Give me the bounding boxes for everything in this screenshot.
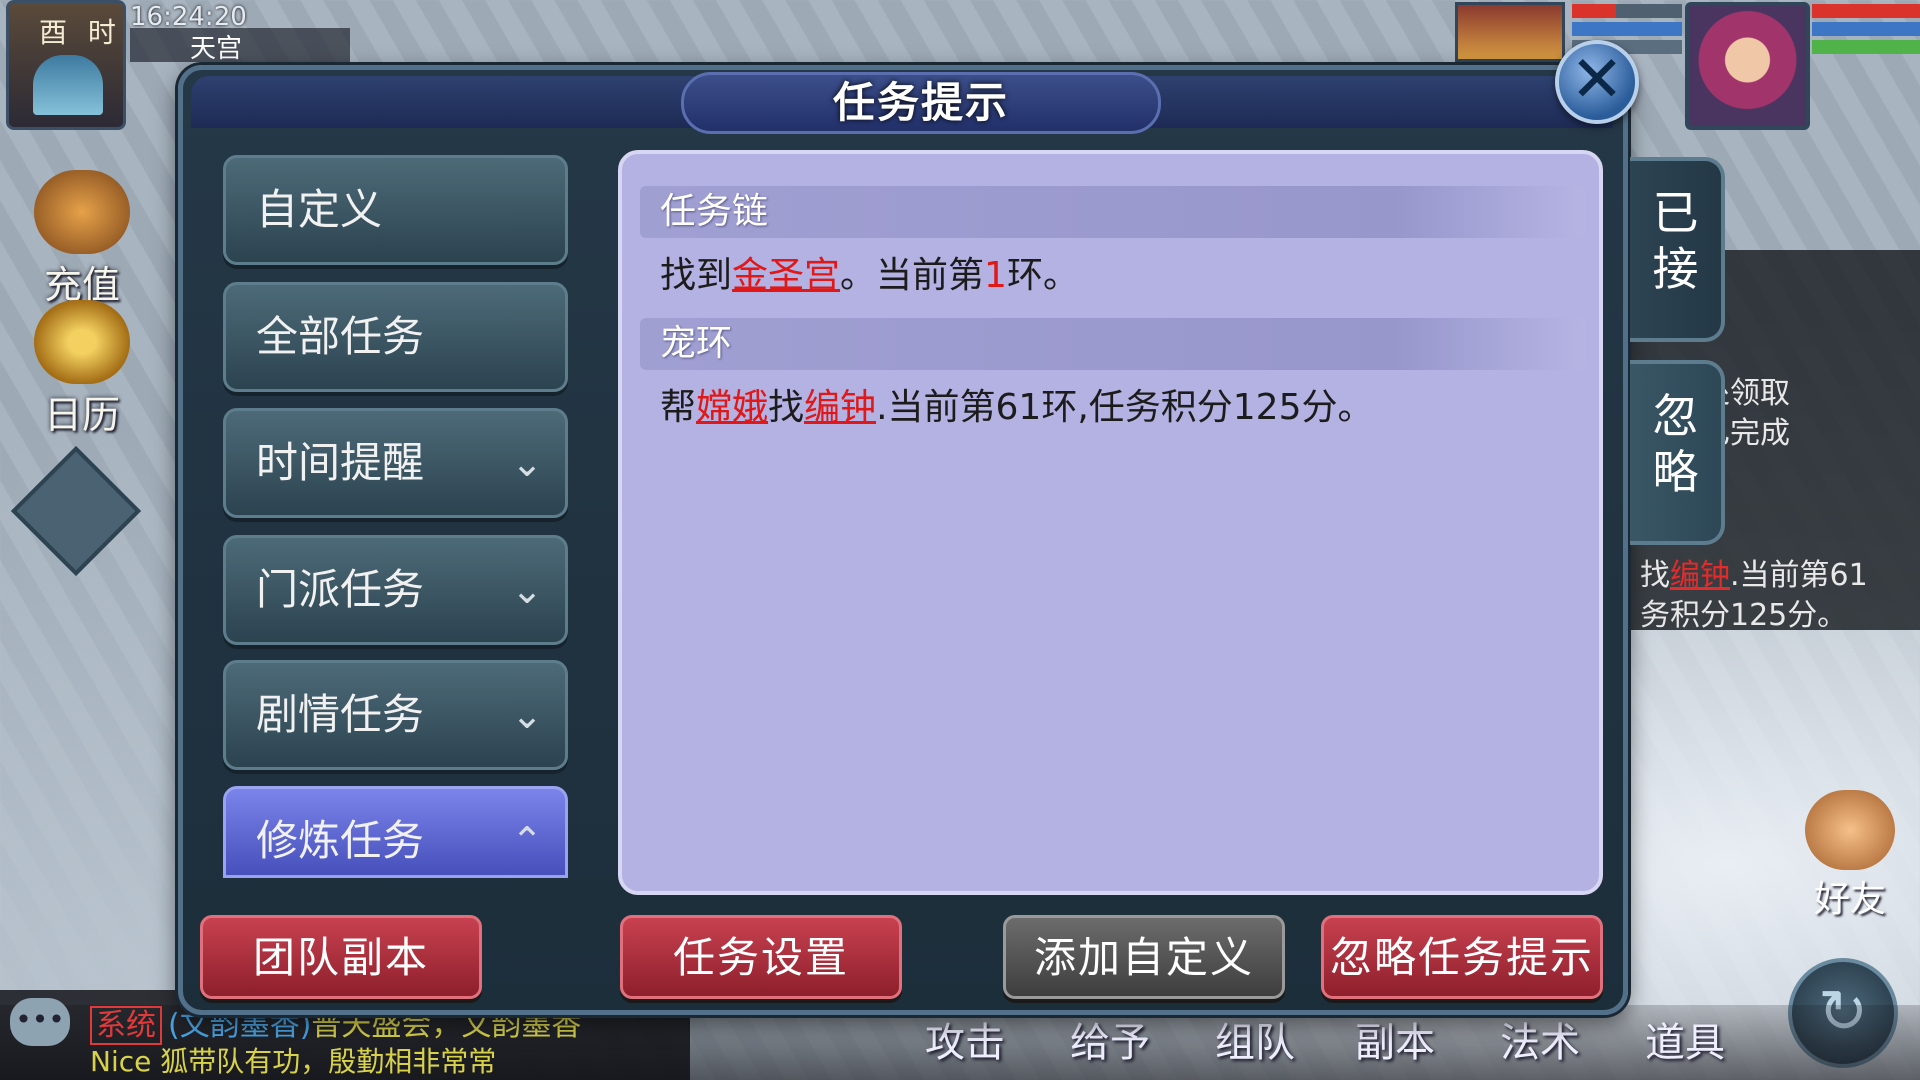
shichen-label: 酉 时	[39, 16, 122, 49]
map-name[interactable]: 天宫	[130, 28, 350, 64]
friends-button[interactable]: 好友	[1790, 790, 1910, 922]
shichen-dial[interactable]: 酉 时	[6, 0, 126, 130]
toolbar-items[interactable]: 道具	[1620, 1010, 1750, 1068]
calendar-button[interactable]: 日历	[22, 300, 142, 439]
quest-tracker-link[interactable]: 编钟	[1670, 558, 1730, 593]
toolbar-give[interactable]: 给予	[1045, 1010, 1175, 1068]
chat-message: Nice 狐带队有功，殷勤相非常常	[90, 1045, 497, 1078]
task-description: 帮嫦娥找编钟.当前第61环,任务积分125分。	[660, 378, 1373, 430]
category-label: 时间提醒	[256, 438, 425, 487]
calendar-icon	[34, 300, 130, 384]
player-avatar[interactable]	[1685, 2, 1810, 130]
team-dungeon-button[interactable]: 团队副本	[200, 915, 482, 999]
friends-label: 好友	[1813, 879, 1886, 920]
toolbar-team[interactable]: 组队	[1190, 1010, 1320, 1068]
direction-pad-icon[interactable]	[10, 445, 142, 577]
task-description: 找到金圣宫。当前第1环。	[660, 246, 1079, 298]
item-link[interactable]: 编钟	[804, 387, 876, 428]
toolbar-attack[interactable]: 攻击	[900, 1010, 1030, 1068]
task-text: .当前第61环,任务积分125分。	[876, 387, 1374, 428]
ring-number: 1	[984, 255, 1007, 296]
category-time-reminder[interactable]: 时间提醒 ⌄	[223, 408, 568, 518]
category-training-tasks[interactable]: 修炼任务 ⌃	[223, 786, 568, 878]
category-label: 修炼任务	[256, 816, 425, 865]
chevron-down-icon: ⌄	[511, 568, 543, 612]
npc-link[interactable]: 嫦娥	[696, 387, 768, 428]
task-tips-dialog: 任务提示 自定义 全部任务 时间提醒 ⌄ 门派任务 ⌄ 剧情任务 ⌄ 修炼任务 …	[178, 65, 1725, 1015]
handshake-icon	[1805, 790, 1895, 870]
category-custom[interactable]: 自定义	[223, 155, 568, 265]
task-content-panel[interactable]: 任务链 找到金圣宫。当前第1环。 宠环 帮嫦娥找编钟.当前第61环,任务积分12…	[618, 150, 1603, 895]
player-status-bars	[1812, 4, 1920, 64]
quest-tracker-text: .当前第61	[1730, 558, 1868, 593]
close-icon[interactable]: ✕	[1555, 40, 1639, 124]
category-all-tasks[interactable]: 全部任务	[223, 282, 568, 392]
chat-bubble-icon[interactable]: •••	[10, 998, 70, 1046]
chevron-down-icon: ⌄	[511, 441, 543, 485]
toolbar-skill[interactable]: 法术	[1475, 1010, 1605, 1068]
chevron-down-icon: ⌄	[511, 693, 543, 737]
tab-label: 忽略	[1652, 389, 1699, 499]
category-label: 门派任务	[256, 565, 425, 614]
tab-label: 已接	[1652, 186, 1699, 296]
tab-accepted[interactable]: 已接	[1630, 157, 1725, 342]
dialog-title: 任务提示	[681, 72, 1161, 134]
task-text: 环。	[1006, 255, 1079, 296]
category-story-tasks[interactable]: 剧情任务 ⌄	[223, 660, 568, 770]
add-custom-button[interactable]: 添加自定义	[1003, 915, 1285, 999]
calendar-label: 日历	[43, 393, 120, 437]
category-label: 全部任务	[256, 312, 425, 361]
quest-tracker-text: 找	[1640, 558, 1670, 593]
task-text: 。当前第	[840, 255, 985, 296]
ignore-task-tips-button[interactable]: 忽略任务提示	[1321, 915, 1603, 999]
npc-link[interactable]: 金圣宫	[732, 255, 840, 296]
dialog-header: 任务提示	[191, 72, 1613, 134]
task-text: 帮	[660, 387, 697, 428]
treasure-chest-icon	[34, 170, 130, 254]
recharge-button[interactable]: 充值	[22, 170, 142, 309]
dial-scene-icon	[33, 55, 103, 115]
toolbar-dungeon[interactable]: 副本	[1330, 1010, 1460, 1068]
task-settings-button[interactable]: 任务设置	[620, 915, 902, 999]
quest-tracker-text: 务积分125分。	[1640, 598, 1848, 633]
category-label: 剧情任务	[256, 690, 425, 739]
category-sect-tasks[interactable]: 门派任务 ⌄	[223, 535, 568, 645]
pet-portrait[interactable]	[1455, 2, 1565, 62]
section-header: 任务链	[640, 186, 1585, 238]
chevron-up-icon: ⌃	[511, 819, 543, 863]
task-text: 找到	[660, 255, 733, 296]
task-text: 找	[768, 387, 805, 428]
tab-ignored[interactable]: 忽略	[1630, 360, 1725, 545]
category-label: 自定义	[256, 185, 383, 234]
section-header: 宠环	[640, 318, 1585, 370]
